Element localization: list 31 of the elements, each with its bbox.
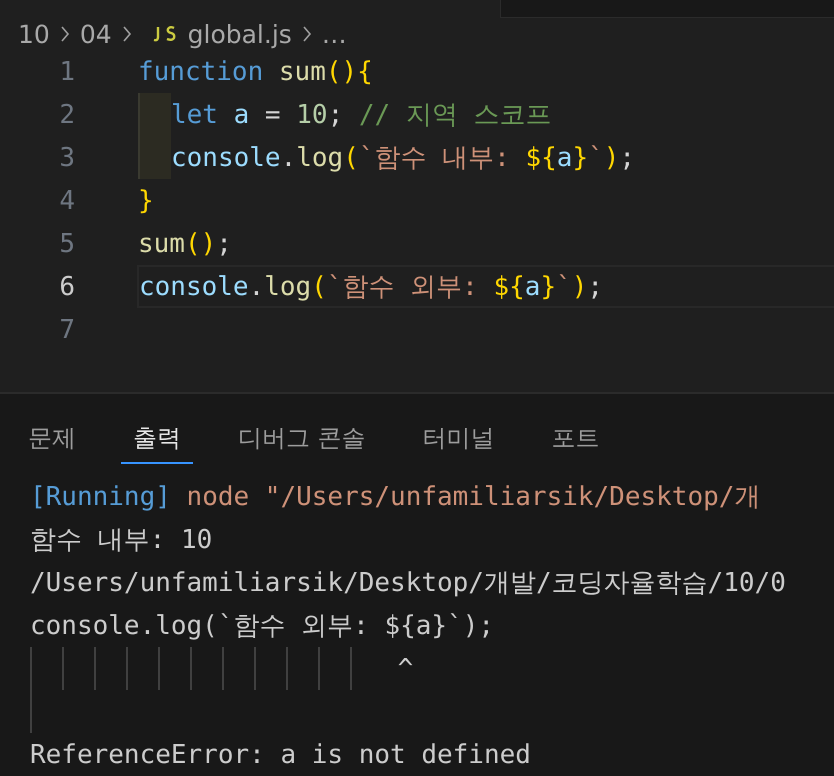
output-line: [Running] node "/Users/unfamiliarsik/Desktop/개: [30, 481, 760, 514]
line-number: 6: [58, 272, 75, 302]
code-line: }: [138, 184, 154, 218]
code-line: sum();: [138, 228, 232, 260]
panel-tab[interactable]: 포트: [540, 394, 612, 464]
breadcrumb-item[interactable]: 10: [18, 20, 50, 49]
line-number: 4: [58, 186, 75, 216]
line-number: 3: [58, 142, 75, 172]
code-line: console.log(`함수 내부: ${a}`);: [138, 136, 636, 179]
output-line: console.log(`함수 외부: ${a}`);: [30, 610, 494, 643]
line-number: 1: [58, 56, 75, 86]
line-number: 5: [58, 228, 75, 258]
panel-tab[interactable]: 터미널: [410, 394, 507, 464]
code-line: console.log(`함수 외부: ${a}`);: [139, 270, 604, 304]
panel-tab[interactable]: 디버그 콘솔: [226, 394, 378, 464]
chevron-right-icon: [122, 25, 132, 44]
panel-tab[interactable]: 출력: [121, 394, 193, 464]
output-line: ^: [396, 654, 414, 684]
line-number: 7: [58, 314, 75, 344]
breadcrumb-item[interactable]: 04: [80, 20, 112, 49]
breadcrumb-item[interactable]: global.js: [188, 20, 292, 49]
code-line: let a = 10; // 지역 스코프: [138, 93, 552, 136]
panel-tab[interactable]: 문제: [16, 394, 88, 464]
output-line: 함수 내부: 10: [30, 524, 212, 557]
line-number: 2: [58, 100, 75, 130]
more-breadcrumb[interactable]: …: [322, 20, 347, 49]
output-line: ReferenceError: a is not defined: [30, 740, 531, 770]
chevron-right-icon: [302, 25, 312, 44]
output-line: /Users/unfamiliarsik/Desktop/개발/코딩자율학습/10/0: [30, 567, 786, 600]
code-line: function sum(){: [138, 56, 373, 88]
chevron-right-icon: [60, 25, 70, 44]
